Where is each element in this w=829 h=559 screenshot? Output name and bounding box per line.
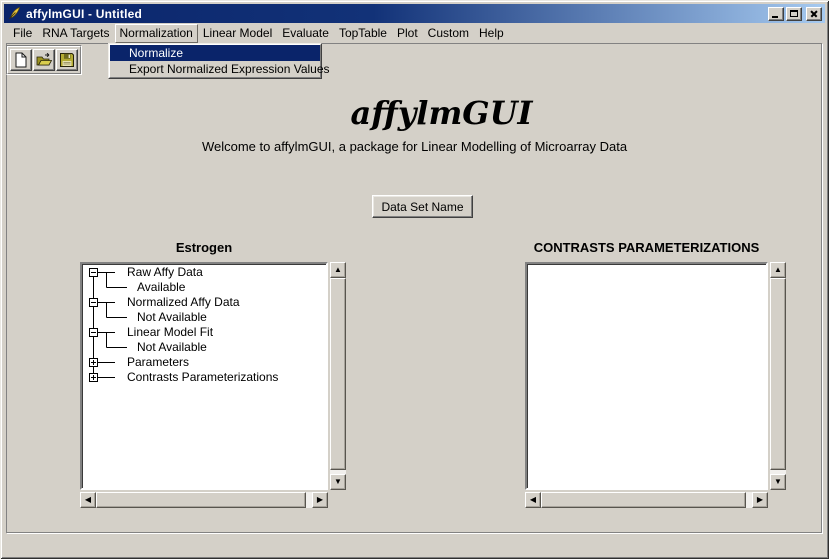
menu-custom[interactable]: Custom	[423, 24, 474, 43]
new-file-button[interactable]	[10, 49, 32, 71]
menu-plot[interactable]: Plot	[392, 24, 423, 43]
scroll-left-button[interactable]: ◀	[525, 492, 541, 508]
right-horizontal-scrollbar[interactable]: ◀ ▶	[525, 492, 768, 508]
tree-item-contrasts-parameterizations[interactable]: Contrasts Parameterizations	[127, 370, 278, 385]
toolbar-frame	[7, 46, 81, 74]
down-arrow-icon: ▼	[334, 478, 342, 486]
tree-expand-icon[interactable]	[89, 373, 98, 382]
maximize-icon	[790, 10, 798, 17]
app-title: affylmGUI	[27, 94, 829, 132]
tree-item-parameters[interactable]: Parameters	[127, 355, 189, 370]
scroll-down-button[interactable]: ▼	[770, 474, 786, 490]
tree-collapse-icon[interactable]	[89, 298, 98, 307]
open-file-icon	[35, 51, 53, 69]
tree-collapse-icon[interactable]	[89, 268, 98, 277]
left-arrow-icon: ◀	[530, 496, 536, 504]
feather-icon[interactable]	[7, 6, 22, 21]
up-arrow-icon: ▲	[774, 266, 782, 274]
title-bar[interactable]: affylmGUI - Untitled	[4, 4, 825, 23]
menu-linear-model[interactable]: Linear Model	[198, 24, 277, 43]
tree-item-raw-affy-data[interactable]: Raw Affy Data	[127, 265, 203, 280]
menu-help[interactable]: Help	[474, 24, 509, 43]
welcome-text: Welcome to affylmGUI, a package for Line…	[0, 139, 829, 154]
right-vertical-scrollbar[interactable]: ▲ ▼	[770, 262, 786, 490]
application-window: affylmGUI - Untitled File RNA Targets No…	[0, 0, 829, 559]
horizontal-scrollbar-thumb[interactable]	[96, 492, 306, 508]
minimize-icon	[772, 16, 778, 18]
up-arrow-icon: ▲	[334, 266, 342, 274]
new-document-icon	[12, 51, 30, 69]
scroll-down-button[interactable]: ▼	[330, 474, 346, 490]
save-file-icon	[58, 51, 76, 69]
dropdown-frame: Normalize Export Normalized Expression V…	[109, 44, 321, 78]
menu-file[interactable]: File	[8, 24, 37, 43]
window-controls	[768, 7, 822, 21]
scroll-right-button[interactable]: ▶	[312, 492, 328, 508]
menu-item-normalize[interactable]: Normalize	[110, 45, 320, 61]
tree-collapse-icon[interactable]	[89, 328, 98, 337]
open-file-button[interactable]	[33, 49, 55, 71]
vertical-scrollbar-thumb[interactable]	[330, 278, 346, 470]
right-arrow-icon: ▶	[317, 496, 323, 504]
scroll-right-button[interactable]: ▶	[752, 492, 768, 508]
maximize-button[interactable]	[786, 7, 802, 21]
vertical-scrollbar-thumb[interactable]	[770, 278, 786, 470]
scroll-left-button[interactable]: ◀	[80, 492, 96, 508]
left-panel-title: Estrogen	[80, 240, 328, 256]
tree-item-normalized-status[interactable]: Not Available	[137, 310, 207, 325]
tree-item-linear-model-fit[interactable]: Linear Model Fit	[127, 325, 213, 340]
menu-normalization[interactable]: Normalization	[115, 24, 198, 43]
contrasts-listbox[interactable]	[525, 262, 768, 490]
tree-item-normalized-affy-data[interactable]: Normalized Affy Data	[127, 295, 240, 310]
data-set-name-button[interactable]: Data Set Name	[372, 195, 473, 218]
scroll-up-button[interactable]: ▲	[770, 262, 786, 278]
window-title: affylmGUI - Untitled	[26, 7, 768, 21]
down-arrow-icon: ▼	[774, 478, 782, 486]
menu-item-export-normalized[interactable]: Export Normalized Expression Values	[110, 61, 320, 77]
tree-item-linear-model-status[interactable]: Not Available	[137, 340, 207, 355]
menu-rna-targets[interactable]: RNA Targets	[37, 24, 114, 43]
menu-toptable[interactable]: TopTable	[334, 24, 392, 43]
left-vertical-scrollbar[interactable]: ▲ ▼	[330, 262, 346, 490]
left-horizontal-scrollbar[interactable]: ◀ ▶	[80, 492, 328, 508]
right-arrow-icon: ▶	[757, 496, 763, 504]
toolbar	[6, 45, 82, 75]
minimize-button[interactable]	[768, 7, 784, 21]
horizontal-scrollbar-thumb[interactable]	[541, 492, 746, 508]
save-file-button[interactable]	[56, 49, 78, 71]
right-panel-title: CONTRASTS PARAMETERIZATIONS	[525, 240, 768, 256]
left-arrow-icon: ◀	[85, 496, 91, 504]
menu-bar: File RNA Targets Normalization Linear Mo…	[4, 23, 825, 43]
menu-evaluate[interactable]: Evaluate	[277, 24, 334, 43]
scroll-up-button[interactable]: ▲	[330, 262, 346, 278]
tree-expand-icon[interactable]	[89, 358, 98, 367]
normalization-dropdown-menu: Normalize Export Normalized Expression V…	[108, 43, 322, 79]
tree-item-raw-affy-status[interactable]: Available	[137, 280, 185, 295]
close-button[interactable]	[806, 7, 822, 21]
